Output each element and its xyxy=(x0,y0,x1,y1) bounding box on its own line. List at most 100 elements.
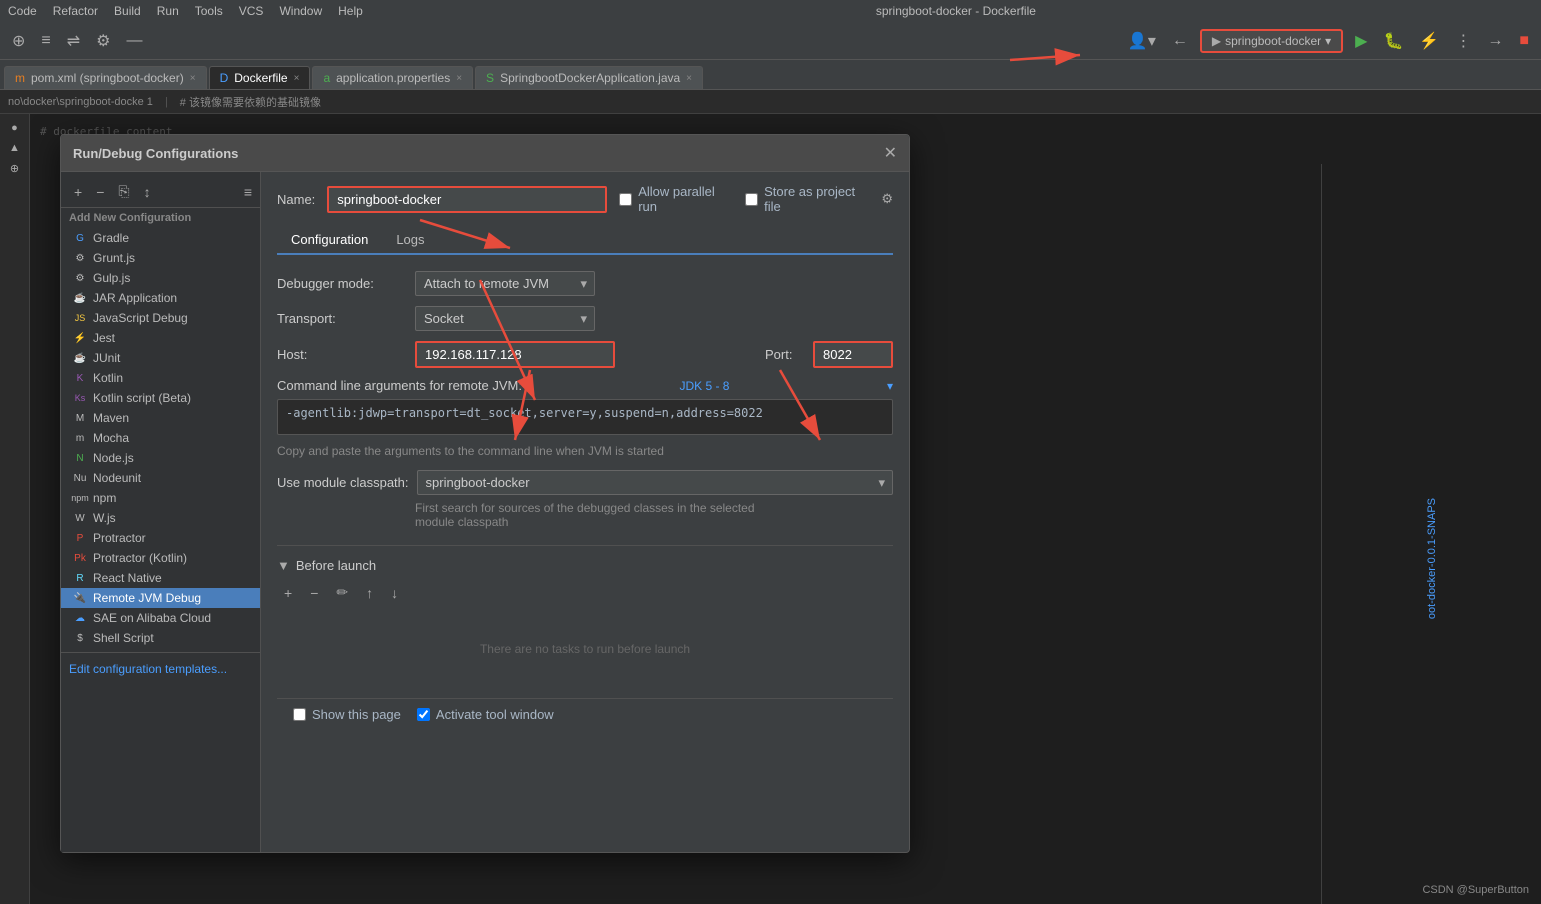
edit-templates-link[interactable]: Edit configuration templates... xyxy=(69,662,227,676)
tab-close-pom[interactable]: × xyxy=(190,73,196,84)
config-item-gruntjs[interactable]: ⚙ Grunt.js xyxy=(61,248,260,268)
left-icon-1[interactable]: ● xyxy=(11,122,18,134)
store-project-row: Store as project file ⚙ xyxy=(745,184,893,214)
editor-area: # dockerfile content Run/Debug Configura… xyxy=(30,114,1541,904)
title-bar: ⊕ ≡ ⇌ ⚙ — 👤▾ ← ▶ springboot-docker ▾ ▶ 🐛… xyxy=(0,22,1541,60)
config-item-kotlin[interactable]: K Kotlin xyxy=(61,368,260,388)
config-item-react-native[interactable]: R React Native xyxy=(61,568,260,588)
copy-config-btn[interactable]: ⎘ xyxy=(113,180,134,203)
cmd-header: Command line arguments for remote JVM: J… xyxy=(277,378,893,393)
port-label: Port: xyxy=(765,347,805,362)
config-item-gradle[interactable]: G Gradle xyxy=(61,228,260,248)
launch-remove-btn[interactable]: − xyxy=(303,581,325,604)
config-item-protractor-kotlin[interactable]: Pk Protractor (Kotlin) xyxy=(61,548,260,568)
add-config-btn[interactable]: + xyxy=(69,181,87,203)
show-page-checkbox[interactable] xyxy=(293,708,306,721)
toolbar-btn-5[interactable]: — xyxy=(123,30,147,52)
menu-tools[interactable]: Tools xyxy=(195,4,223,18)
run-config-dropdown[interactable]: ▶ springboot-docker ▾ xyxy=(1200,29,1343,53)
launch-down-btn[interactable]: ↓ xyxy=(384,581,405,604)
config-item-mocha[interactable]: m Mocha xyxy=(61,428,260,448)
config-item-wjs[interactable]: W W.js xyxy=(61,508,260,528)
debugger-mode-label: Debugger mode: xyxy=(277,276,407,291)
config-item-jest[interactable]: ⚡ Jest xyxy=(61,328,260,348)
tab-application-properties[interactable]: a application.properties × xyxy=(312,66,473,89)
config-item-nodejs[interactable]: N Node.js xyxy=(61,448,260,468)
config-item-maven[interactable]: M Maven xyxy=(61,408,260,428)
config-item-sae-alibaba[interactable]: ☁ SAE on Alibaba Cloud xyxy=(61,608,260,628)
before-launch-section: ▼ Before launch + − ✏ ↑ ↓ There are no t… xyxy=(277,545,893,686)
run-config-label: springboot-docker xyxy=(1225,34,1321,48)
tab-close-appprops[interactable]: × xyxy=(456,73,462,84)
config-item-shell-script[interactable]: $ Shell Script xyxy=(61,628,260,648)
name-right-options: Allow parallel run Store as project file… xyxy=(619,184,893,214)
kotlin-label: Kotlin xyxy=(93,371,123,385)
remove-config-btn[interactable]: − xyxy=(91,181,109,203)
launch-up-btn[interactable]: ↑ xyxy=(359,581,380,604)
allow-parallel-checkbox[interactable] xyxy=(619,193,632,206)
run-btn[interactable]: ▶ xyxy=(1351,29,1371,53)
toolbar-btn-2[interactable]: ≡ xyxy=(37,30,54,52)
config-item-nodeunit[interactable]: Nu Nodeunit xyxy=(61,468,260,488)
debugger-mode-select[interactable]: Attach to remote JVM Listen to remote JV… xyxy=(415,271,595,296)
menu-code[interactable]: Code xyxy=(8,4,37,18)
config-item-jar-application[interactable]: ☕ JAR Application xyxy=(61,288,260,308)
menu-window[interactable]: Window xyxy=(279,4,322,18)
cmd-args-textarea[interactable]: -agentlib:jdwp=transport=dt_socket,serve… xyxy=(277,399,893,435)
jdk-dropdown-icon[interactable]: ▾ xyxy=(887,379,893,393)
launch-edit-btn[interactable]: ✏ xyxy=(329,581,355,604)
tab-configuration[interactable]: Configuration xyxy=(277,226,382,255)
jdk-link[interactable]: JDK 5 - 8 xyxy=(679,379,729,393)
move-config-btn[interactable]: ↕ xyxy=(139,181,156,203)
menu-run[interactable]: Run xyxy=(157,4,179,18)
menu-build[interactable]: Build xyxy=(114,4,141,18)
maven-icon: M xyxy=(73,411,87,425)
tab-close-dockerfile[interactable]: × xyxy=(294,73,300,84)
toolbar-btn-3[interactable]: ⇌ xyxy=(63,29,84,53)
config-item-protractor[interactable]: P Protractor xyxy=(61,528,260,548)
tab-spring-app[interactable]: S SpringbootDockerApplication.java × xyxy=(475,66,703,89)
name-input[interactable] xyxy=(327,186,607,213)
sort-icon[interactable]: ≡ xyxy=(244,184,252,200)
activate-tool-checkbox[interactable] xyxy=(417,708,430,721)
config-item-npm[interactable]: npm npm xyxy=(61,488,260,508)
toolbar-btn-4[interactable]: ⚙ xyxy=(92,29,114,53)
tab-pom-xml[interactable]: m pom.xml (springboot-docker) × xyxy=(4,66,207,89)
forward-btn[interactable]: → xyxy=(1483,30,1507,52)
menu-vcs[interactable]: VCS xyxy=(239,4,264,18)
debug-btn[interactable]: 🐛 xyxy=(1379,29,1407,53)
jar-label: JAR Application xyxy=(93,291,177,305)
tab-logs[interactable]: Logs xyxy=(382,226,438,255)
watermark: CSDN @SuperButton xyxy=(1422,884,1529,896)
settings-icon[interactable]: ⚙ xyxy=(881,191,893,207)
transport-select[interactable]: Socket Shared memory xyxy=(415,306,595,331)
user-icon-btn[interactable]: 👤▾ xyxy=(1124,29,1160,53)
menu-help[interactable]: Help xyxy=(338,4,363,18)
config-item-junit[interactable]: ☕ JUnit xyxy=(61,348,260,368)
left-icon-2[interactable]: ▲ xyxy=(9,142,20,154)
store-project-checkbox[interactable] xyxy=(745,193,758,206)
more-btn[interactable]: ⋮ xyxy=(1451,29,1475,53)
path-left: no\docker\springboot-docke 1 xyxy=(8,96,153,108)
stop-btn[interactable]: ■ xyxy=(1515,30,1533,52)
host-input[interactable] xyxy=(415,341,615,368)
back-btn[interactable]: ← xyxy=(1168,30,1192,52)
config-item-javascript-debug[interactable]: JS JavaScript Debug xyxy=(61,308,260,328)
config-item-gulpjs[interactable]: ⚙ Gulp.js xyxy=(61,268,260,288)
collapse-before-launch-btn[interactable]: ▼ xyxy=(277,558,290,573)
menu-refactor[interactable]: Refactor xyxy=(53,4,98,18)
left-icon-3[interactable]: ⊕ xyxy=(10,162,19,175)
config-item-remote-jvm-debug[interactable]: 🔌 Remote JVM Debug xyxy=(61,588,260,608)
dialog-close-btn[interactable]: ✕ xyxy=(884,143,897,163)
module-select[interactable]: springboot-docker xyxy=(417,470,893,495)
port-input[interactable] xyxy=(813,341,893,368)
config-item-kotlin-script[interactable]: Ks Kotlin script (Beta) xyxy=(61,388,260,408)
tab-dockerfile[interactable]: D Dockerfile × xyxy=(209,66,311,89)
tab-close-springapp[interactable]: × xyxy=(686,73,692,84)
jsdebug-icon: JS xyxy=(73,311,87,325)
toolbar-btn-1[interactable]: ⊕ xyxy=(8,29,29,53)
launch-add-btn[interactable]: + xyxy=(277,581,299,604)
coverage-btn[interactable]: ⚡ xyxy=(1415,29,1443,53)
dialog-title-bar: Run/Debug Configurations ✕ xyxy=(61,135,909,172)
junit-icon: ☕ xyxy=(73,351,87,365)
